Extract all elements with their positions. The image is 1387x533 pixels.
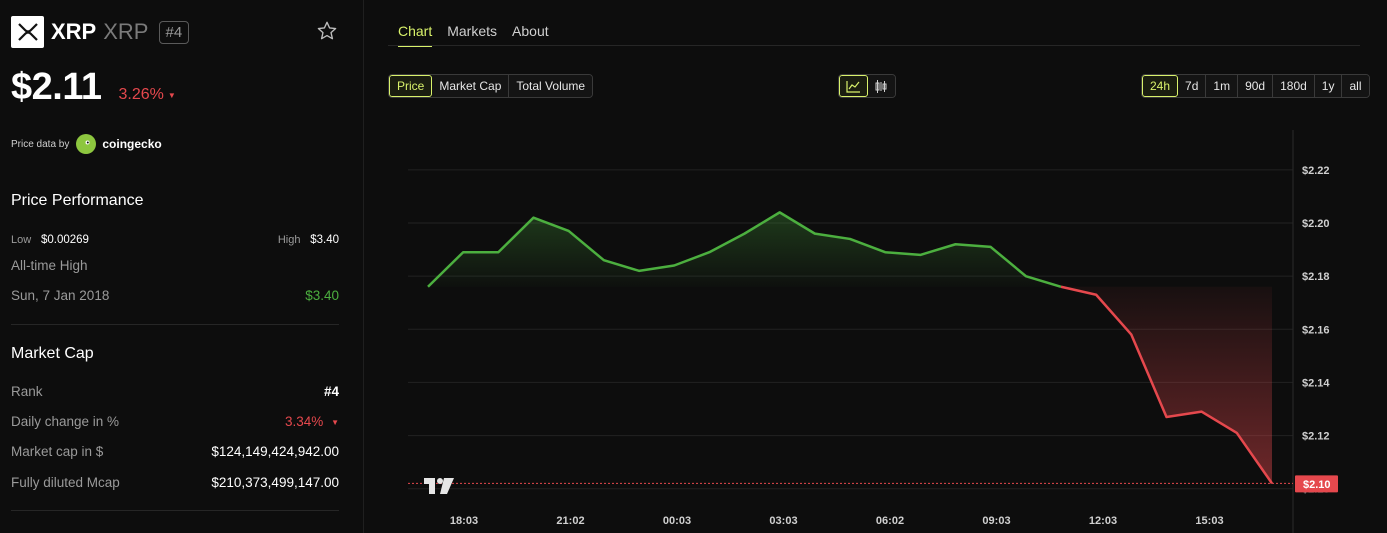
fdv-value: $210,373,499,147.00: [211, 475, 339, 490]
market-cap-label: Market cap in $: [11, 444, 104, 459]
metric-price-button[interactable]: Price: [389, 75, 433, 97]
up-area-fill: [428, 212, 1061, 287]
content-tabs: Chart Markets About: [398, 23, 564, 47]
tabs-underline: [388, 45, 1360, 46]
high-value: $3.40: [310, 234, 339, 246]
ath-row: Sun, 7 Jan 2018 $3.40: [11, 288, 339, 303]
chart-style-toggle: [838, 74, 896, 98]
metric-market-cap-button[interactable]: Market Cap: [432, 75, 510, 97]
market-rank-row: Rank #4: [11, 384, 339, 399]
time-range-toggle: 24h 7d 1m 90d 180d 1y all: [1141, 74, 1370, 98]
down-triangle-icon: ▼: [331, 418, 339, 427]
tab-chart[interactable]: Chart: [398, 23, 433, 47]
y-tick-label: $2.22: [1302, 165, 1330, 177]
ath-date: Sun, 7 Jan 2018: [11, 288, 110, 303]
market-rank-label: Rank: [11, 384, 43, 399]
range-24h-button[interactable]: 24h: [1142, 75, 1179, 97]
price-performance-title: Price Performance: [11, 192, 144, 209]
xrp-logo-icon: [11, 16, 44, 48]
range-all-button[interactable]: all: [1342, 75, 1369, 97]
price-row: $2.11 3.26% ▼: [11, 66, 176, 109]
coingecko-logo-icon: [76, 134, 97, 154]
ath-label-row: All-time High: [11, 258, 339, 273]
daily-change-label: Daily change in %: [11, 414, 120, 429]
range-90d-button[interactable]: 90d: [1238, 75, 1274, 97]
price-change: 3.26%: [118, 86, 164, 103]
range-1y-button[interactable]: 1y: [1314, 75, 1343, 97]
x-tick-label: 03:03: [769, 515, 797, 527]
price-data-label: Price data by: [11, 138, 70, 150]
coin-info-panel: XRP XRP #4 $2.11 3.26% ▼ Price data by c…: [0, 0, 364, 533]
down-area-fill: [1061, 286, 1272, 484]
x-tick-label: 06:02: [876, 515, 904, 527]
divider: [11, 324, 339, 325]
y-tick-label: $2.20: [1302, 218, 1330, 230]
x-tick-label: 12:03: [1089, 515, 1117, 527]
ath-value: $3.40: [305, 288, 339, 303]
range-1m-button[interactable]: 1m: [1206, 75, 1239, 97]
provider-name[interactable]: coingecko: [102, 137, 161, 151]
down-triangle-icon: ▼: [167, 91, 176, 100]
x-tick-label: 15:03: [1195, 515, 1223, 527]
coin-symbol: XRP: [103, 19, 149, 44]
y-tick-label: $2.12: [1302, 431, 1330, 443]
price-chart-svg[interactable]: $2.22$2.20$2.18$2.16$2.14$2.12$2.10$2.10…: [408, 130, 1340, 533]
current-price-label: $2.10: [1303, 479, 1331, 491]
tradingview-logo-icon[interactable]: [424, 478, 454, 494]
range-7d-button[interactable]: 7d: [1178, 75, 1207, 97]
market-cap-row: Market cap in $ $124,149,424,942.00: [11, 444, 339, 459]
y-tick-label: $2.14: [1302, 377, 1330, 389]
low-value: $0.00269: [40, 234, 89, 246]
candlestick-icon[interactable]: [868, 75, 895, 97]
fdv-label: Fully diluted Mcap: [11, 475, 120, 490]
coin-name: XRP: [51, 19, 97, 44]
market-cap-title: Market Cap: [11, 345, 94, 362]
range-180d-button[interactable]: 180d: [1273, 75, 1315, 97]
fdv-row: Fully diluted Mcap $210,373,499,147.00: [11, 475, 339, 490]
tab-markets[interactable]: Markets: [447, 23, 497, 47]
x-tick-label: 09:03: [982, 515, 1010, 527]
x-tick-label: 18:03: [450, 515, 478, 527]
current-price: $2.11: [11, 66, 102, 108]
low-high-row: Low $0.00269 High $3.40: [11, 231, 339, 246]
market-cap-value: $124,149,424,942.00: [211, 444, 339, 459]
y-tick-label: $2.18: [1302, 271, 1330, 283]
metric-toggle: Price Market Cap Total Volume: [388, 74, 594, 98]
divider: [11, 510, 339, 511]
metric-total-volume-button[interactable]: Total Volume: [509, 75, 593, 97]
coin-header: XRP XRP #4: [11, 16, 341, 48]
y-tick-label: $2.16: [1302, 324, 1330, 336]
high-label: High: [277, 234, 301, 246]
x-tick-label: 00:03: [663, 515, 691, 527]
ath-label: All-time High: [11, 258, 88, 273]
line-chart-icon[interactable]: [839, 75, 868, 97]
low-label: Low: [11, 234, 32, 246]
market-rank-value: #4: [323, 384, 339, 399]
rank-badge: #4: [158, 20, 190, 44]
tab-about[interactable]: About: [512, 23, 549, 47]
star-icon[interactable]: [316, 20, 338, 42]
daily-change-row: Daily change in % 3.34% ▼: [11, 414, 339, 429]
x-tick-label: 21:02: [556, 515, 584, 527]
daily-change-value: 3.34%: [285, 414, 324, 429]
price-chart[interactable]: $2.22$2.20$2.18$2.16$2.14$2.12$2.10$2.10…: [408, 130, 1340, 533]
price-data-attribution: Price data by coingecko: [11, 134, 162, 154]
